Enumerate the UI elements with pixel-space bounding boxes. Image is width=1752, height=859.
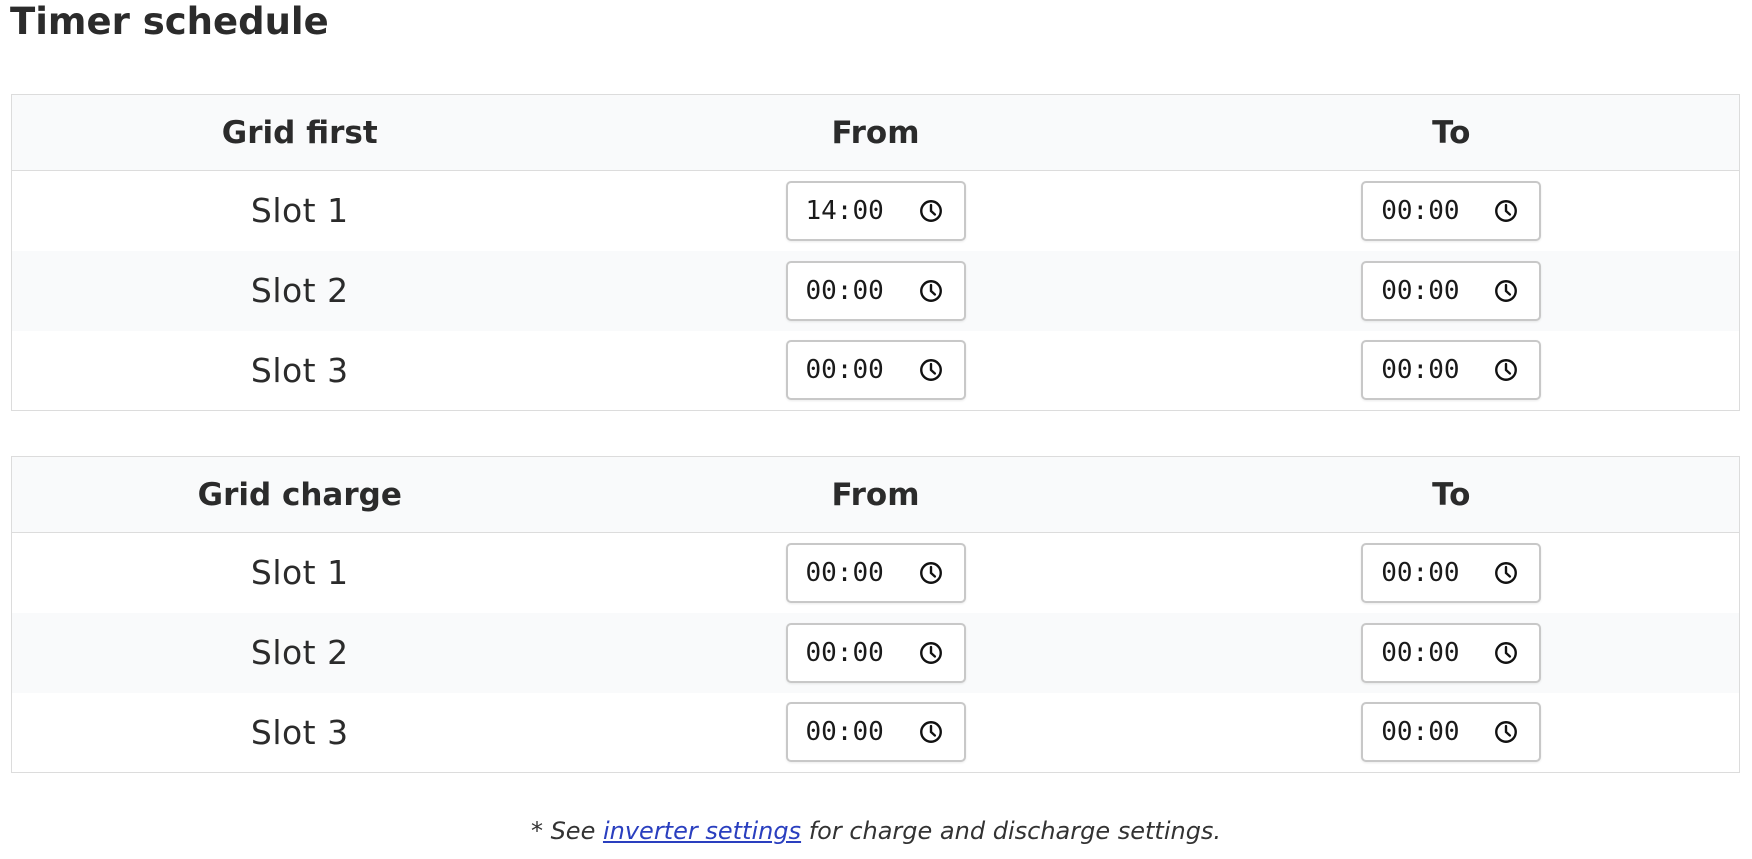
clock-icon[interactable]: [918, 198, 944, 224]
clock-icon[interactable]: [1493, 560, 1519, 586]
mode-header: Grid first: [11, 94, 588, 171]
clock-icon[interactable]: [918, 719, 944, 745]
time-value[interactable]: 14:00: [806, 196, 884, 226]
slot-label: Slot 2: [250, 633, 349, 672]
footnote-suffix: for charge and discharge settings.: [801, 817, 1222, 845]
clock-icon[interactable]: [1493, 278, 1519, 304]
table-row: Slot 2 00:00 00:00: [11, 612, 1740, 693]
to-time-input[interactable]: 00:00: [1361, 702, 1542, 763]
to-time-input[interactable]: 00:00: [1361, 622, 1542, 683]
mode-header: Grid charge: [11, 456, 588, 533]
time-value[interactable]: 00:00: [1381, 717, 1459, 747]
slot-label: Slot 3: [250, 712, 349, 752]
clock-icon[interactable]: [1493, 719, 1519, 745]
from-time-input[interactable]: 14:00: [785, 180, 966, 241]
grid-charge-table: Grid charge From To Slot 1 00:00 00:00 S…: [11, 456, 1740, 773]
table-row: Slot 1 14:00 00:00: [12, 171, 1740, 251]
time-value[interactable]: 00:00: [806, 355, 884, 385]
to-time-input[interactable]: 00:00: [1361, 542, 1542, 603]
time-value[interactable]: 00:00: [1381, 558, 1459, 588]
clock-icon[interactable]: [918, 278, 944, 304]
slot-label: Slot 1: [250, 553, 349, 593]
grid-first-table: Grid first From To Slot 1 14:00 00:00 Sl…: [11, 94, 1740, 411]
to-time-input[interactable]: 00:00: [1361, 340, 1542, 401]
inverter-settings-link[interactable]: inverter settings: [603, 817, 801, 845]
clock-icon[interactable]: [918, 357, 944, 383]
slot-label: Slot 3: [250, 350, 349, 390]
table-row: Slot 1 00:00 00:00: [12, 533, 1740, 613]
time-value[interactable]: 00:00: [806, 638, 884, 668]
to-time-input[interactable]: 00:00: [1361, 260, 1542, 321]
time-value[interactable]: 00:00: [806, 276, 884, 306]
table-header-row: Grid charge From To: [11, 456, 1740, 533]
footnote: * See inverter settings for charge and d…: [0, 816, 1752, 846]
clock-icon[interactable]: [1493, 357, 1519, 383]
clock-icon[interactable]: [918, 560, 944, 586]
page-title: Timer schedule: [10, 0, 329, 43]
page: Timer schedule Grid first From To Slot 1…: [0, 0, 1752, 859]
from-time-input[interactable]: 00:00: [785, 260, 966, 321]
time-value[interactable]: 00:00: [1381, 638, 1459, 668]
table-header-row: Grid first From To: [11, 94, 1740, 171]
time-value[interactable]: 00:00: [1381, 196, 1459, 226]
from-time-input[interactable]: 00:00: [785, 340, 966, 401]
time-value[interactable]: 00:00: [1381, 355, 1459, 385]
time-value[interactable]: 00:00: [1381, 276, 1459, 306]
clock-icon[interactable]: [918, 640, 944, 666]
time-value[interactable]: 00:00: [806, 717, 884, 747]
footnote-prefix: * See: [530, 817, 603, 845]
clock-icon[interactable]: [1493, 198, 1519, 224]
from-header: From: [587, 94, 1164, 171]
to-header: To: [1163, 94, 1740, 171]
from-time-input[interactable]: 00:00: [785, 542, 966, 603]
table-row: Slot 3 00:00 00:00: [12, 331, 1740, 411]
slot-label: Slot 2: [250, 271, 349, 310]
to-time-input[interactable]: 00:00: [1361, 180, 1542, 241]
from-time-input[interactable]: 00:00: [785, 702, 966, 763]
table-row: Slot 3 00:00 00:00: [12, 693, 1740, 773]
clock-icon[interactable]: [1493, 640, 1519, 666]
from-time-input[interactable]: 00:00: [785, 622, 966, 683]
time-value[interactable]: 00:00: [806, 558, 884, 588]
slot-label: Slot 1: [250, 191, 349, 231]
table-row: Slot 2 00:00 00:00: [11, 250, 1740, 331]
from-header: From: [587, 456, 1164, 533]
to-header: To: [1163, 456, 1740, 533]
